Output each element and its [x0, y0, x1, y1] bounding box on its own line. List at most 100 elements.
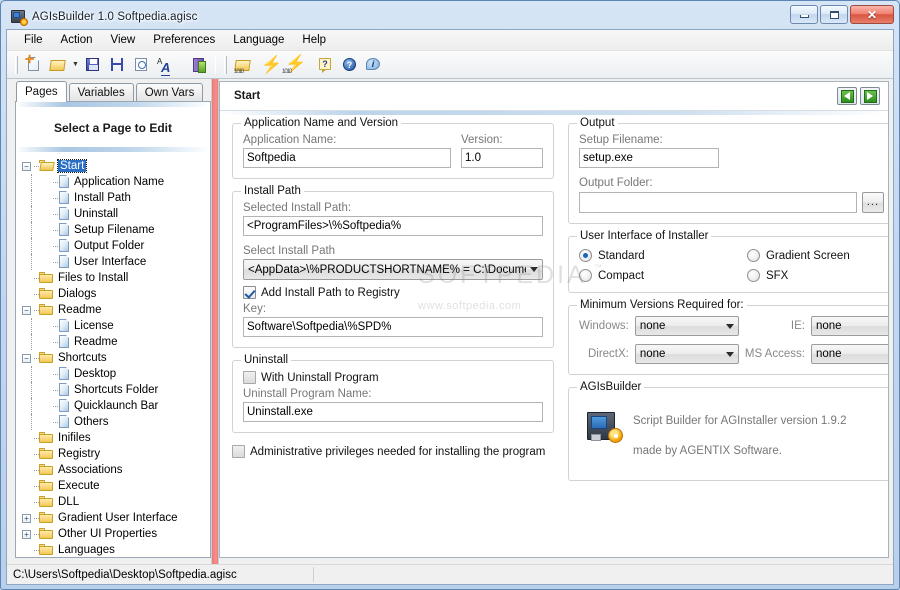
exit-icon	[190, 56, 208, 74]
tree-item-other-ui-properties[interactable]: + Other UI Properties	[22, 526, 210, 542]
ie-version-combo[interactable]: none	[810, 316, 888, 336]
save-icon	[84, 56, 102, 74]
admin-privileges-row[interactable]: Administrative privileges needed for ins…	[232, 445, 554, 458]
tree-item-dialogs[interactable]: Dialogs	[22, 286, 210, 302]
tree-item-shortcuts-folder[interactable]: Shortcuts Folder	[22, 382, 210, 398]
tree-item-uninstall[interactable]: Uninstall	[22, 206, 210, 222]
minimum-versions-group: Minimum Versions Required for: Windows: …	[568, 299, 888, 375]
tab-own-vars[interactable]: Own Vars	[135, 83, 204, 101]
tree-item-label: Uninstall	[74, 208, 119, 220]
folder-icon	[39, 480, 54, 492]
select-install-path-combo[interactable]: <AppData>\%PRODUCTSHORTNAME% = C:\Docume…	[243, 259, 543, 280]
help-button[interactable]: ?	[337, 53, 361, 76]
windows-version-combo[interactable]: none	[634, 316, 739, 336]
tree-item-user-interface[interactable]: User Interface	[22, 254, 210, 270]
open-script-folder-button[interactable]: 1010	[231, 53, 255, 76]
tab-pages[interactable]: Pages	[16, 81, 67, 102]
uninstall-program-name-input[interactable]	[243, 402, 543, 422]
tree-item-shortcuts[interactable]: − Shortcuts	[22, 350, 210, 366]
minimize-button[interactable]	[790, 5, 818, 24]
output-folder-input[interactable]	[579, 191, 857, 213]
menu-language[interactable]: Language	[224, 32, 293, 48]
expand-icon[interactable]: +	[22, 529, 31, 539]
ui-option-gradient-screen[interactable]: Gradient Screen	[746, 249, 888, 262]
collapse-icon[interactable]: −	[22, 161, 31, 171]
selected-install-path-input[interactable]	[243, 216, 543, 236]
add-install-path-registry-row[interactable]: Add Install Path to Registry	[243, 286, 543, 299]
ms-access-version-combo[interactable]: none	[810, 344, 888, 364]
tree-item-execute[interactable]: Execute	[22, 478, 210, 494]
selected-install-path-label: Selected Install Path:	[243, 202, 352, 214]
collapse-icon[interactable]: −	[22, 305, 31, 315]
tree-item-inifiles[interactable]: Inifiles	[22, 430, 210, 446]
close-button[interactable]: ✕	[850, 5, 894, 24]
admin-privileges-checkbox[interactable]	[232, 445, 245, 458]
tree-item-application-name[interactable]: Application Name	[22, 174, 210, 190]
collapse-icon[interactable]: −	[22, 353, 31, 363]
tree-item-output-folder[interactable]: Output Folder	[22, 238, 210, 254]
tree-item-registry[interactable]: Registry	[22, 446, 210, 462]
preview-button[interactable]	[129, 53, 153, 76]
ui-option-standard[interactable]: Standard	[579, 249, 747, 262]
tree-item-desktop[interactable]: Desktop	[22, 366, 210, 382]
next-page-button[interactable]	[860, 87, 880, 105]
save-as-button[interactable]	[105, 53, 129, 76]
tree-item-readme[interactable]: − Readme	[22, 302, 210, 318]
browse-output-folder-button[interactable]: ...	[861, 191, 884, 213]
ui-option-compact[interactable]: Compact	[579, 269, 747, 282]
directx-version-combo[interactable]: none	[634, 344, 739, 364]
menu-file[interactable]: File	[15, 32, 52, 48]
tree-item-license[interactable]: License	[22, 318, 210, 334]
panel-splitter[interactable]	[211, 79, 219, 564]
maximize-button[interactable]	[820, 5, 848, 24]
registry-key-input[interactable]	[243, 317, 543, 337]
build-run-button[interactable]: ⚡ 1010	[279, 53, 306, 76]
about-button[interactable]: i	[361, 53, 385, 76]
ui-option-sfx[interactable]: SFX	[746, 269, 888, 282]
about-line-2: made by AGENTIX Software.	[633, 445, 782, 457]
tree-item-files-to-install[interactable]: Files to Install	[22, 270, 210, 286]
menu-preferences[interactable]: Preferences	[144, 32, 224, 48]
version-input[interactable]	[461, 148, 543, 168]
font-button[interactable]: AA	[153, 53, 177, 76]
windows-version-value: none	[639, 320, 666, 332]
tree-item-others[interactable]: Others	[22, 414, 210, 430]
radio-sfx[interactable]	[746, 269, 760, 282]
page-icon	[58, 319, 70, 333]
toolbar-grip[interactable]	[15, 55, 18, 74]
tree-item-dll[interactable]: DLL	[22, 494, 210, 510]
add-install-path-registry-checkbox[interactable]	[243, 286, 256, 299]
open-dropdown-arrow[interactable]: ▼	[70, 53, 81, 76]
open-file-button[interactable]	[46, 53, 70, 76]
tab-variables[interactable]: Variables	[68, 83, 134, 101]
application-name-input[interactable]	[243, 148, 451, 168]
tree-item-install-path[interactable]: Install Path	[22, 190, 210, 206]
tree-item-label: Readme	[74, 336, 118, 348]
with-uninstall-checkbox[interactable]	[243, 371, 256, 384]
radio-gradient-screen[interactable]	[746, 249, 760, 262]
tree-item-start[interactable]: − Start	[22, 158, 210, 174]
tree-item-languages[interactable]: Languages	[22, 542, 210, 557]
tree-item-quicklaunch-bar[interactable]: Quicklaunch Bar	[22, 398, 210, 414]
tree-item-readme[interactable]: Readme	[22, 334, 210, 350]
with-uninstall-row[interactable]: With Uninstall Program	[243, 371, 543, 384]
toolbar-separator	[215, 55, 216, 74]
menu-action[interactable]: Action	[52, 32, 102, 48]
tree-item-gradient-user-interface[interactable]: + Gradient User Interface	[22, 510, 210, 526]
expand-icon[interactable]: +	[22, 513, 31, 523]
menu-help[interactable]: Help	[293, 32, 335, 48]
context-help-button[interactable]: ?	[313, 53, 337, 76]
save-button[interactable]	[81, 53, 105, 76]
tree-item-setup-filename[interactable]: Setup Filename	[22, 222, 210, 238]
setup-filename-input[interactable]	[579, 148, 719, 168]
exit-button[interactable]	[187, 53, 211, 76]
prev-page-button[interactable]	[837, 87, 857, 105]
menu-view[interactable]: View	[102, 32, 145, 48]
new-file-button[interactable]: ✛	[22, 53, 46, 76]
page-tree[interactable]: − Start Application Name Install Path Uninst…	[16, 152, 210, 557]
radio-standard[interactable]	[579, 249, 592, 262]
radio-compact[interactable]	[579, 269, 592, 282]
tree-item-associations[interactable]: Associations	[22, 462, 210, 478]
build-button[interactable]: ⚡	[255, 53, 282, 76]
toolbar-grip-2[interactable]	[224, 55, 227, 74]
